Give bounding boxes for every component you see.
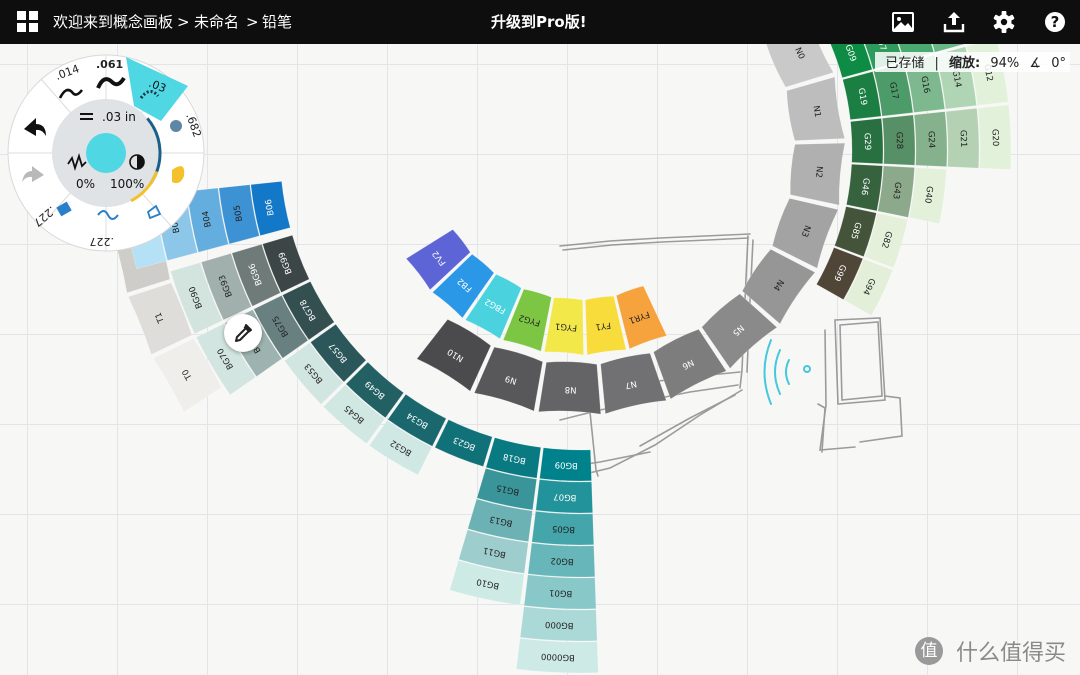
- save-status: 已存储: [885, 56, 925, 71]
- color-swatch-label: N1: [811, 105, 823, 118]
- color-swatch[interactable]: G24: [913, 111, 948, 167]
- color-swatch[interactable]: G40: [908, 167, 947, 225]
- watermark: 值 什么值得买: [914, 635, 1066, 666]
- color-swatch-label: BG07: [553, 491, 577, 502]
- color-swatch[interactable]: BG07: [535, 479, 593, 514]
- angle-icon: ∡: [1029, 56, 1042, 71]
- color-swatch-label: G28: [894, 132, 905, 150]
- color-swatch-label: BG02: [550, 555, 574, 566]
- gallery-icon[interactable]: [891, 10, 915, 34]
- brush-color-swatch[interactable]: [86, 133, 126, 173]
- color-swatch[interactable]: BG0000: [515, 637, 599, 674]
- color-swatch-label: BG05: [552, 523, 576, 534]
- color-swatch[interactable]: BG01: [523, 574, 597, 610]
- upgrade-pro-button[interactable]: 升级到Pro版!: [491, 0, 587, 44]
- color-swatch-label: G29: [862, 133, 873, 151]
- color-swatch[interactable]: G20: [977, 104, 1012, 170]
- color-swatch[interactable]: G09: [828, 44, 873, 79]
- help-icon[interactable]: ?: [1043, 10, 1067, 34]
- tool-size-label: .227: [90, 235, 115, 248]
- color-swatch-label: FY1: [595, 320, 612, 332]
- color-swatch-label: BG000: [545, 619, 574, 630]
- color-swatch-label: G21: [958, 130, 969, 148]
- color-swatch[interactable]: BG23: [434, 419, 493, 467]
- opacity-readout[interactable]: 100%: [110, 177, 144, 191]
- color-swatch-label: BG0000: [541, 651, 575, 662]
- settings-gear-icon[interactable]: [992, 10, 1016, 34]
- signal-waves: [763, 339, 811, 405]
- export-icon[interactable]: [942, 10, 966, 34]
- color-swatch[interactable]: G43: [877, 165, 915, 218]
- tool-wheel[interactable]: .014 .061 .03 .682 .227 .227 .03 in 0% 1…: [0, 0, 260, 260]
- color-swatch[interactable]: FYG1: [544, 297, 584, 356]
- color-swatch[interactable]: G29: [850, 117, 884, 165]
- color-swatch-label: N2: [813, 166, 824, 179]
- color-swatch-label: N8: [565, 384, 577, 394]
- color-swatch[interactable]: N8: [538, 361, 602, 415]
- color-swatch[interactable]: N2: [789, 142, 846, 206]
- smoothing-readout[interactable]: 0%: [76, 177, 95, 191]
- zoom-value[interactable]: 94%: [990, 56, 1019, 71]
- tool-size-label: .061: [96, 58, 123, 71]
- status-separator: |: [934, 56, 939, 71]
- color-swatch[interactable]: N1: [786, 76, 846, 141]
- breadcrumb-tool[interactable]: 铅笔: [262, 0, 292, 44]
- color-swatch[interactable]: G28: [882, 114, 916, 166]
- angle-value[interactable]: 0°: [1051, 56, 1066, 71]
- svg-text:?: ?: [1051, 13, 1060, 31]
- watermark-text: 什么值得买: [955, 641, 1066, 666]
- status-bar: 已存储 | 缩放: 94% ∡ 0°: [875, 52, 1070, 72]
- eyedropper-icon: [235, 324, 252, 342]
- eyedropper-button[interactable]: [224, 314, 262, 352]
- zoom-label: 缩放:: [949, 56, 981, 71]
- color-swatch[interactable]: G21: [945, 107, 980, 169]
- color-swatch[interactable]: BG000: [519, 606, 598, 642]
- color-swatch[interactable]: N7: [600, 352, 667, 415]
- watermark-badge: 值: [914, 637, 943, 665]
- color-swatch[interactable]: BG02: [527, 542, 596, 578]
- color-swatch[interactable]: G46: [846, 163, 883, 212]
- color-swatch-label: G20: [990, 129, 1001, 147]
- color-swatch[interactable]: BG09: [539, 447, 592, 482]
- airbrush-tool-icon[interactable]: [170, 120, 182, 132]
- color-swatch-label: FYG1: [555, 321, 578, 333]
- color-swatch[interactable]: BG05: [531, 510, 595, 546]
- color-swatch-label: BG09: [555, 459, 579, 470]
- color-swatch-label: G24: [926, 131, 937, 149]
- width-readout[interactable]: .03 in: [102, 110, 136, 124]
- color-swatch-label: BG01: [549, 587, 573, 598]
